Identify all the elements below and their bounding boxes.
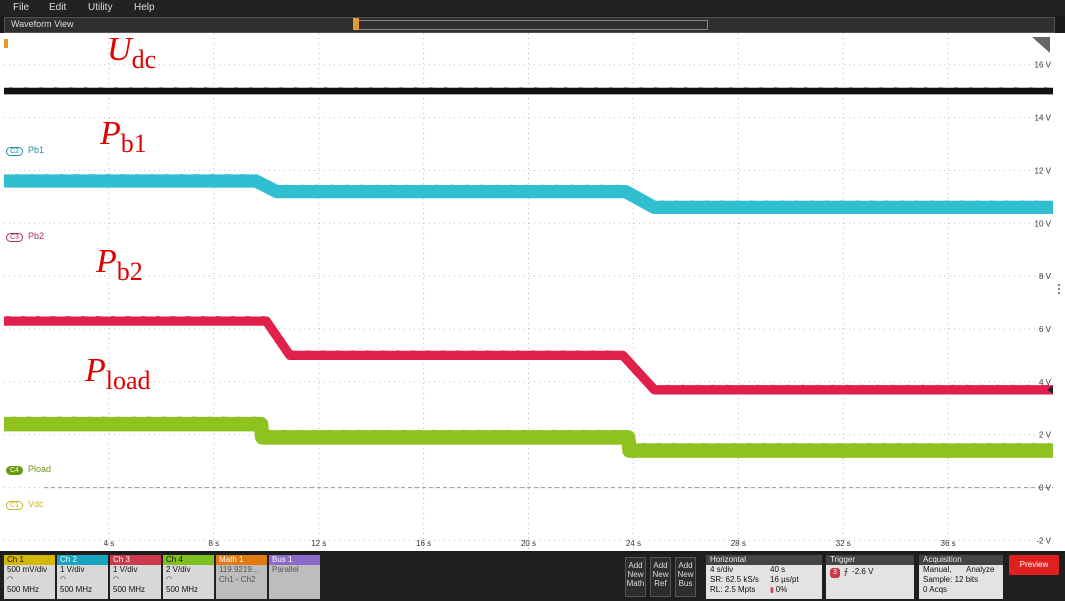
- label-pb2: Pb2: [96, 243, 143, 286]
- bottom-control-bar: Ch 1 500 mV/div ◠ 500 MHz Ch 2 1 V/div ◠…: [0, 553, 1065, 601]
- ch2-scale: 1 V/div: [60, 565, 85, 574]
- bus1-type: Parallel: [272, 565, 299, 574]
- channel-tag-c2[interactable]: C2 Pb1: [6, 145, 44, 156]
- label-pb1: Pb1: [100, 115, 147, 158]
- trace-pb2: [4, 316, 1053, 395]
- x-tick-label: 36 s: [941, 539, 956, 548]
- label-udc: Udc: [107, 31, 157, 74]
- x-tick-label: 16 s: [416, 539, 431, 548]
- menu-utility[interactable]: Utility: [88, 2, 112, 13]
- rising-edge-icon: ⨍: [843, 567, 849, 576]
- zoom-handle[interactable]: [353, 18, 359, 30]
- y-tick-label: 12 V: [1035, 166, 1052, 175]
- y-tick-label: -2 V: [1036, 536, 1051, 545]
- trigger-row: 3 ⨍ -2.6 V: [826, 565, 914, 578]
- acquisition-row-3: 0 Acqs: [923, 585, 948, 594]
- channel-tag-c3[interactable]: C3 Pb2: [6, 231, 44, 242]
- ch2-header: Ch 2: [57, 555, 108, 565]
- trigger-position-marker: [4, 39, 8, 48]
- ch3-header: Ch 3: [110, 555, 161, 565]
- bus1-badge[interactable]: Bus 1 Parallel: [269, 555, 320, 599]
- ch1-icon: ◠: [7, 576, 14, 583]
- preview-button[interactable]: Preview: [1009, 555, 1059, 575]
- ch4-icon: ◠: [166, 576, 173, 583]
- ch4-scale: 2 V/div: [166, 565, 191, 574]
- x-tick-label: 12 s: [311, 539, 326, 548]
- trigger-title: Trigger: [826, 555, 914, 565]
- menu-edit[interactable]: Edit: [49, 2, 66, 13]
- label-pload: Pload: [85, 352, 151, 395]
- ch3-icon: ◠: [113, 576, 120, 583]
- channel-tag-c1[interactable]: C1 Vdc: [6, 499, 43, 510]
- bus1-header: Bus 1: [269, 555, 320, 565]
- menu-bar: File Edit Utility Help: [0, 0, 1065, 16]
- horizontal-row-3: RL: 2.5 Mpts ▮ 0%: [710, 585, 788, 594]
- y-tick-label: 14 V: [1035, 114, 1052, 123]
- trigger-source-badge: 3: [830, 568, 840, 578]
- x-tick-label: 4 s: [104, 539, 115, 548]
- menu-file[interactable]: File: [13, 2, 29, 13]
- y-tick-label: 4 V: [1039, 378, 1052, 387]
- horizontal-row-2: SR: 62.5 kS/s 16 µs/pt: [710, 575, 799, 584]
- ch2-bandwidth: 500 MHz: [60, 585, 93, 594]
- ch4-badge[interactable]: Ch 4 2 V/div ◠ 500 MHz: [163, 555, 214, 599]
- math1-header: Math 1: [216, 555, 267, 565]
- y-tick-label: 10 V: [1035, 219, 1052, 228]
- ch2-icon: ◠: [60, 576, 67, 583]
- add-new-ref-button[interactable]: Add New Ref: [650, 557, 671, 597]
- y-tick-label: 6 V: [1039, 325, 1052, 334]
- waveform-chart: 4 s 8 s 12 s 16 s 20 s 24 s 28 s 32 s 36 s 16 V 14…: [3, 33, 1061, 551]
- corner-menu-icon: [1032, 37, 1050, 53]
- horizontal-panel[interactable]: Horizontal 4 s/div 40 s SR: 62.5 kS/s 16 µ…: [706, 555, 822, 599]
- ch3-bandwidth: 500 MHz: [113, 585, 146, 594]
- y-tick-label: 2 V: [1039, 431, 1052, 440]
- ch3-badge[interactable]: Ch 3 1 V/div ◠ 500 MHz: [110, 555, 161, 599]
- ch2-badge[interactable]: Ch 2 1 V/div ◠ 500 MHz: [57, 555, 108, 599]
- waveform-plot[interactable]: 4 s 8 s 12 s 16 s 20 s 24 s 28 s 32 s 36 s 16 V 14…: [0, 33, 1065, 551]
- zoom-overview-box[interactable]: [357, 20, 708, 30]
- acquisition-row-2: Sample: 12 bits: [923, 575, 979, 584]
- horizontal-row-1: 4 s/div 40 s: [710, 565, 786, 574]
- ch1-badge[interactable]: Ch 1 500 mV/div ◠ 500 MHz: [4, 555, 55, 599]
- ch4-header: Ch 4: [163, 555, 214, 565]
- math1-value: 119.9219...: [219, 565, 259, 574]
- x-tick-label: 20 s: [521, 539, 536, 548]
- y-tick-label: 16 V: [1035, 61, 1052, 70]
- math1-expression: Ch1 - Ch2: [219, 575, 256, 584]
- ch4-bandwidth: 500 MHz: [166, 585, 199, 594]
- channel-tag-c4[interactable]: C4 Pload: [6, 464, 51, 475]
- side-handle-dot: [1057, 283, 1061, 287]
- y-tick-label: 8 V: [1039, 272, 1052, 281]
- x-tick-label: 32 s: [836, 539, 851, 548]
- horizontal-title: Horizontal: [706, 555, 822, 565]
- x-tick-label: 24 s: [626, 539, 641, 548]
- acquisition-panel[interactable]: Acquisition Manual, Analyze Sample: 12 bi…: [919, 555, 1003, 599]
- add-new-bus-button[interactable]: Add New Bus: [675, 557, 696, 597]
- math1-badge[interactable]: Math 1 119.9219... Ch1 - Ch2: [216, 555, 267, 599]
- waveform-view-titlebar: Waveform View: [4, 17, 1055, 33]
- ch1-bandwidth: 500 MHz: [7, 585, 40, 594]
- ch1-header: Ch 1: [4, 555, 55, 565]
- y-tick-label: 0 V: [1039, 484, 1052, 493]
- trigger-panel[interactable]: Trigger 3 ⨍ -2.6 V: [826, 555, 914, 599]
- ch1-scale: 500 mV/div: [7, 565, 48, 574]
- window-title: Waveform View: [11, 19, 74, 29]
- x-tick-label: 28 s: [731, 539, 746, 548]
- side-handle-dot: [1057, 291, 1061, 295]
- x-tick-label: 8 s: [208, 539, 219, 548]
- acquisition-title: Acquisition: [919, 555, 1003, 565]
- add-new-math-button[interactable]: Add New Math: [625, 557, 646, 597]
- side-handle-dot: [1057, 287, 1061, 291]
- menu-help[interactable]: Help: [134, 2, 155, 13]
- acquisition-row-1: Manual, Analyze: [923, 565, 995, 574]
- ch3-scale: 1 V/div: [113, 565, 138, 574]
